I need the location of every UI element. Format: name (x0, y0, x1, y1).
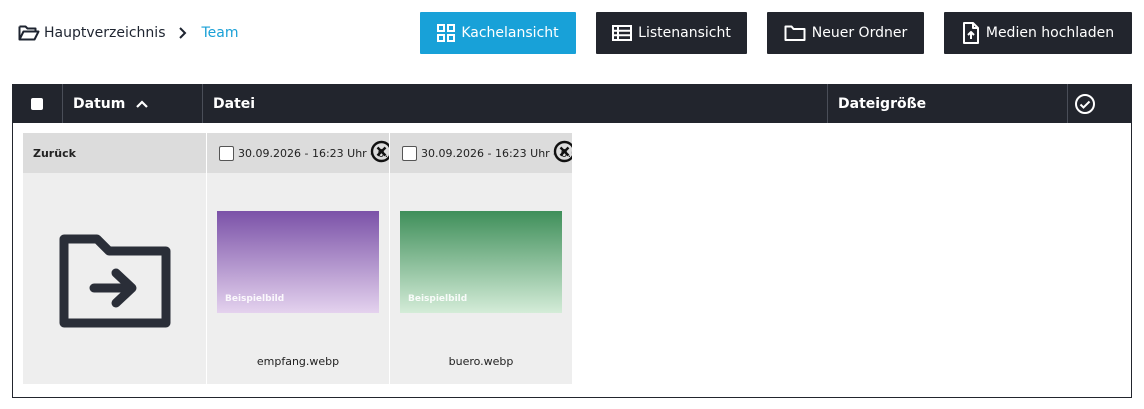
file-select-checkbox[interactable] (219, 145, 234, 161)
select-all-checkbox[interactable] (31, 97, 43, 110)
breadcrumb-root[interactable]: Hauptverzeichnis (44, 25, 166, 41)
chevron-right-icon (178, 27, 188, 39)
list-view-label: Listenansicht (638, 25, 731, 41)
upload-media-button[interactable]: Medien hochladen (944, 12, 1132, 54)
file-meta: 30.09.2026 - 16:23 Uhr - 0.07 (421, 146, 572, 160)
thumbnail-label: Beispielbild (408, 294, 468, 304)
column-header-status[interactable] (1068, 84, 1132, 123)
column-header-file[interactable]: Datei (203, 84, 828, 123)
file-upload-icon (962, 22, 980, 44)
folder-open-icon (18, 24, 40, 42)
file-name[interactable]: buero.webp (390, 355, 572, 368)
column-header-size[interactable]: Dateigröße (828, 84, 1068, 123)
grid-view-button[interactable]: Kachelansicht (420, 12, 576, 54)
file-thumbnail[interactable]: Beispielbild (400, 211, 562, 313)
check-circle-icon (1074, 93, 1096, 115)
close-circle-icon[interactable] (370, 140, 389, 163)
list-icon (612, 25, 633, 41)
file-name[interactable]: empfang.webp (207, 355, 389, 368)
new-folder-label: Neuer Ordner (811, 25, 908, 41)
column-header-size-label: Dateigröße (838, 95, 927, 112)
close-circle-icon[interactable] (553, 140, 572, 163)
new-folder-button[interactable]: Neuer Ordner (767, 12, 924, 54)
grid-icon (437, 24, 456, 42)
table-header: Datum Datei Dateigröße (12, 84, 1132, 123)
chevron-up-icon (135, 99, 149, 109)
column-header-file-label: Datei (213, 95, 256, 112)
file-tile[interactable]: 30.09.2026 - 16:23 Uhr - 0.07 Beispielbi… (390, 133, 572, 384)
back-label: Zurück (33, 146, 76, 160)
column-header-date[interactable]: Datum (63, 84, 203, 123)
breadcrumb-current[interactable]: Team (202, 25, 239, 41)
column-header-date-label: Datum (73, 95, 126, 112)
folder-arrow-icon[interactable] (58, 233, 172, 329)
file-tile[interactable]: 30.09.2026 - 16:23 Uhr - 0.89 Beispielbi… (207, 133, 389, 384)
file-thumbnail[interactable]: Beispielbild (217, 211, 379, 313)
file-tile-header: 30.09.2026 - 16:23 Uhr - 0.89 (207, 133, 389, 173)
folder-icon (784, 24, 806, 42)
file-select-checkbox[interactable] (402, 145, 417, 161)
media-grid: Zurück 30.09.2026 - 16:23 Uhr - 0.89 Bei… (12, 123, 1132, 398)
header-select-cell (12, 84, 63, 123)
back-tile-header: Zurück (23, 133, 206, 173)
file-meta: 30.09.2026 - 16:23 Uhr - 0.89 (238, 146, 389, 160)
grid-view-label: Kachelansicht (461, 25, 559, 41)
back-tile[interactable]: Zurück (23, 133, 206, 384)
thumbnail-label: Beispielbild (225, 294, 285, 304)
file-tile-header: 30.09.2026 - 16:23 Uhr - 0.07 (390, 133, 572, 173)
list-view-button[interactable]: Listenansicht (596, 12, 747, 54)
upload-media-label: Medien hochladen (985, 25, 1115, 41)
breadcrumb: Hauptverzeichnis Team (18, 22, 239, 44)
